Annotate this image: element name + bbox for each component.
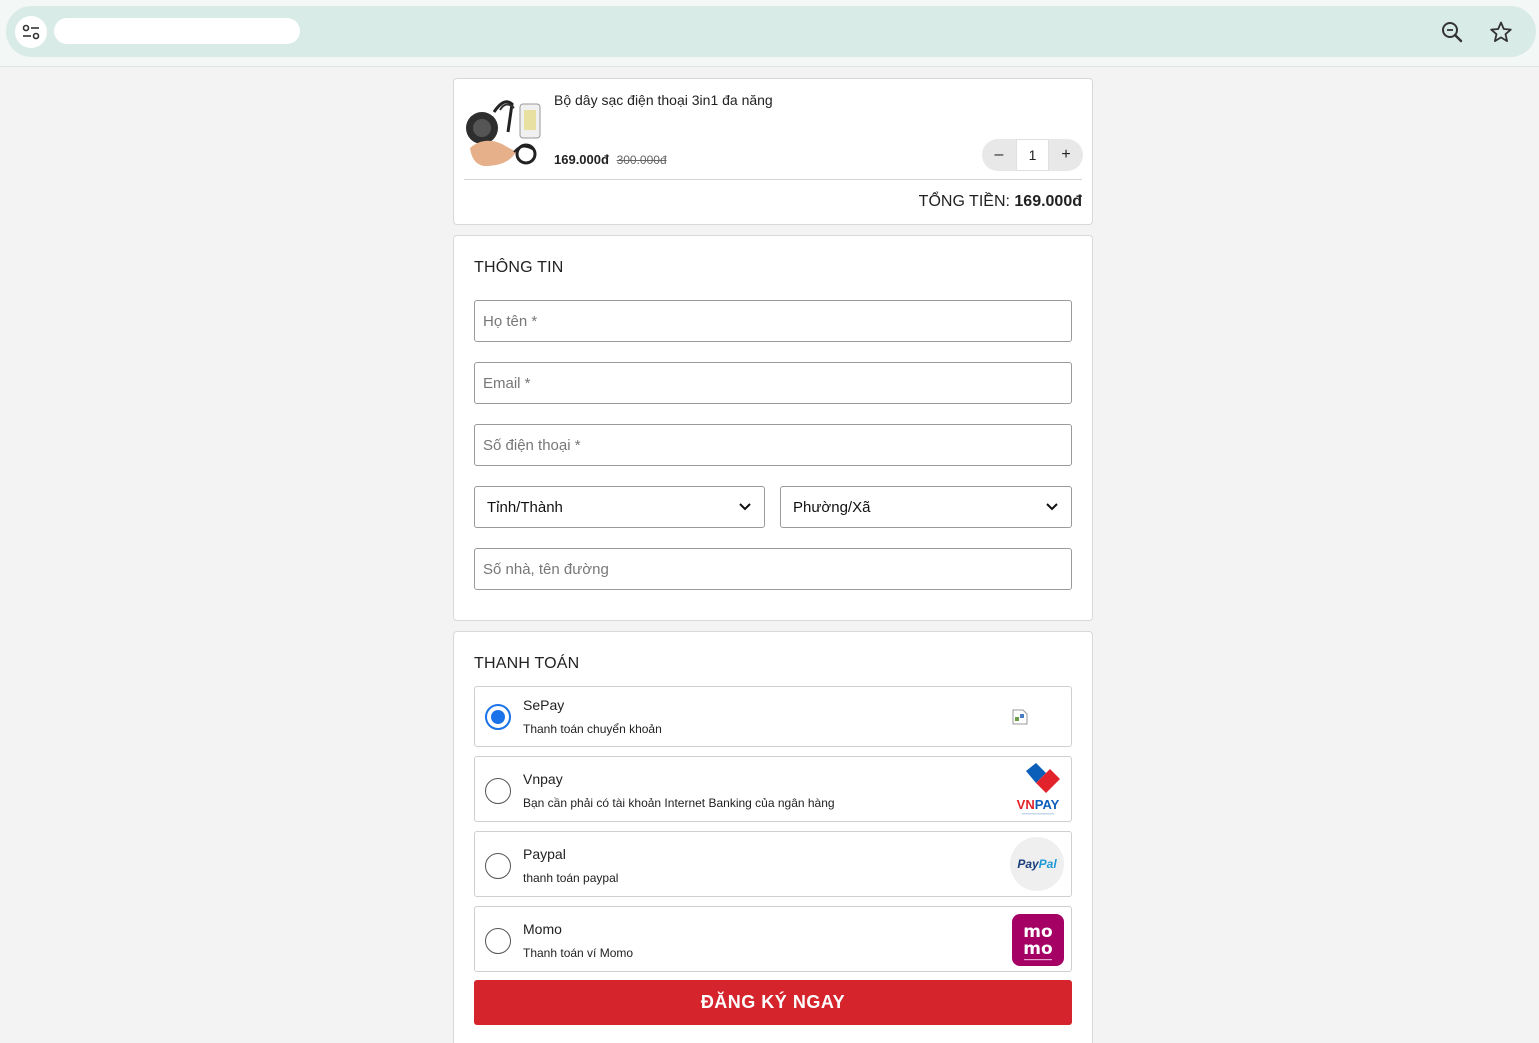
ward-select[interactable]: Phường/Xã [780,486,1072,528]
address-bar[interactable] [6,6,1536,57]
payment-option-sepay[interactable]: SePay Thanh toán chuyển khoản [474,686,1072,747]
payment-option-name: Momo [523,921,562,937]
cart-summary: Bộ dây sạc điện thoại 3in1 đa năng 169.0… [453,78,1093,225]
payment-option-desc: Thanh toán ví Momo [523,946,634,960]
payment-option-name: Paypal [523,846,566,862]
paypal-radio[interactable] [485,853,511,879]
phone-field[interactable] [474,424,1072,466]
broken-image-icon [1012,709,1028,730]
info-section-title: THÔNG TIN [474,259,564,276]
payment-option-paypal[interactable]: Paypal thanh toán paypal PayPal [474,831,1072,897]
divider [464,179,1082,180]
momo-radio[interactable] [485,928,511,954]
payment-option-momo[interactable]: Momo Thanh toán ví Momo mo mo [474,906,1072,972]
payment-option-name: SePay [523,697,565,713]
total-value: 169.000đ [1014,193,1082,210]
zoom-icon[interactable] [1438,18,1466,46]
vnpay-logo: VNPAY [1012,761,1064,817]
url-field[interactable] [54,18,300,44]
decrease-quantity-button[interactable]: – [982,139,1016,171]
ward-select-value: Phường/Xã [793,498,871,516]
payment-option-desc: Bạn cần phải có tài khoản Internet Banki… [523,796,835,810]
customer-info-form: THÔNG TIN Tỉnh/Thành Phường/Xã [453,235,1093,621]
svg-text:mo: mo [1023,939,1052,959]
province-select-value: Tỉnh/Thành [487,498,563,516]
province-select[interactable]: Tỉnh/Thành [474,486,765,528]
svg-text:VNPAY: VNPAY [1017,797,1060,812]
increase-quantity-button[interactable]: + [1049,139,1083,171]
chevron-down-icon [738,499,752,516]
street-address-field[interactable] [474,548,1072,590]
browser-toolbar [0,0,1539,67]
tune-icon[interactable] [15,16,47,48]
star-icon[interactable] [1487,18,1515,46]
total-label: TỔNG TIỀN: [918,193,1010,210]
payment-option-desc: thanh toán paypal [523,871,619,885]
email-field[interactable] [474,362,1072,404]
chevron-down-icon [1045,499,1059,516]
payment-option-name: Vnpay [523,771,563,787]
momo-logo: mo mo [1012,914,1064,966]
quantity-stepper: – 1 + [982,139,1083,171]
payment-option-vnpay[interactable]: Vnpay Bạn cần phải có tài khoản Internet… [474,756,1072,822]
product-name[interactable]: Bộ dây sạc điện thoại 3in1 đa năng [554,92,773,108]
payment-option-desc: Thanh toán chuyển khoản [523,722,662,736]
price-sale: 169.000đ [554,152,609,167]
paypal-logo: PayPal [1010,837,1064,891]
full-name-field[interactable] [474,300,1072,342]
payment-section-title: THANH TOÁN [474,655,580,672]
svg-text:PayPal: PayPal [1017,857,1057,871]
price-original: 300.000đ [616,153,667,167]
payment-section: THANH TOÁN SePay Thanh toán chuyển khoản… [453,631,1093,1043]
product-image [464,92,544,170]
register-now-button[interactable]: ĐĂNG KÝ NGAY [474,980,1072,1025]
vnpay-radio[interactable] [485,778,511,804]
price-row: 169.000đ 300.000đ [554,152,667,167]
quantity-value[interactable]: 1 [1016,139,1049,171]
order-total: TỔNG TIỀN: 169.000đ [919,193,1082,211]
sepay-radio[interactable] [485,704,511,730]
